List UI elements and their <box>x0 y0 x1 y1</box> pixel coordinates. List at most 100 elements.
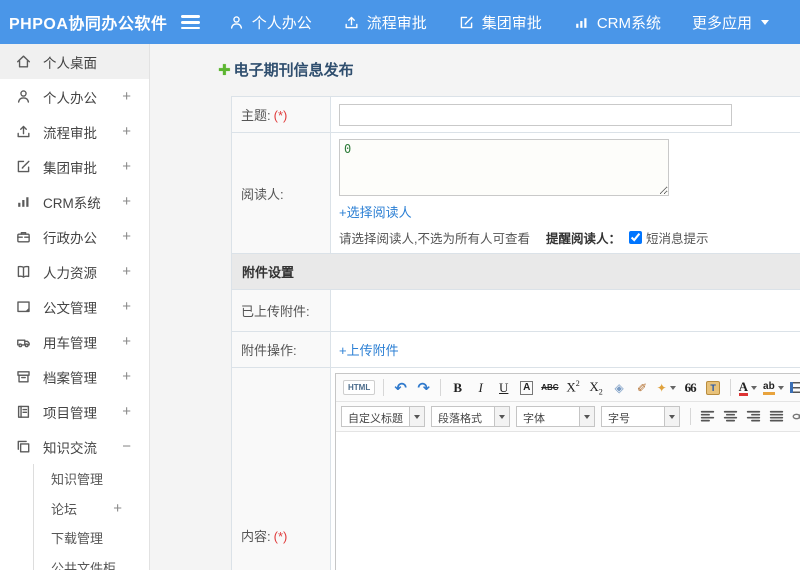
top-nav-流程审批[interactable]: 流程审批 <box>343 12 427 33</box>
toolbar-separator <box>383 379 385 396</box>
toolbar-separator <box>440 379 442 396</box>
select-value: 段落格式 <box>438 413 482 425</box>
sidebar-item-流程审批[interactable]: 流程审批 + <box>0 114 149 149</box>
font-border-button[interactable]: A <box>516 377 537 398</box>
caret-down-icon[interactable] <box>494 407 509 426</box>
top-nav-label: 流程审批 <box>366 14 427 32</box>
editor-select-段落格式[interactable]: 段落格式 <box>431 406 510 427</box>
sidebar-item-档案管理[interactable]: 档案管理 + <box>0 359 149 394</box>
eraser-button[interactable]: ◈ <box>609 377 630 398</box>
top-nav-label: 更多应用 <box>691 14 752 32</box>
attachment-ops-label: 附件操作: <box>231 331 331 368</box>
expander-icon[interactable]: + <box>122 193 131 210</box>
expander-icon[interactable]: + <box>122 158 131 175</box>
link-button[interactable] <box>789 406 800 427</box>
sidebar-item-行政办公[interactable]: 行政办公 + <box>0 219 149 254</box>
caret-down-icon[interactable] <box>409 407 424 426</box>
paste-text-button[interactable]: T <box>703 377 724 398</box>
sidebar-item-个人桌面[interactable]: 个人桌面 <box>0 44 149 79</box>
editor-toolbar-row1: HTML ↶ ↷ B I U A ABC X2 X2 ◈ ✐ ✦ 66 T Aab <box>336 374 800 402</box>
sidebar-item-label: 下载管理 <box>51 531 104 547</box>
menu-toggle-icon[interactable] <box>181 15 201 29</box>
sidebar-subitem-公共文件柜[interactable]: 公共文件柜 <box>34 553 149 570</box>
sidebar-item-项目管理[interactable]: 项目管理 + <box>0 394 149 429</box>
ordered-list-button[interactable] <box>788 377 800 398</box>
italic-button[interactable]: I <box>470 377 491 398</box>
undo-button[interactable]: ↶ <box>390 377 411 398</box>
select-value: 自定义标题 <box>348 413 403 425</box>
sidebar-item-label: 项目管理 <box>43 405 97 421</box>
sms-notify-checkbox[interactable] <box>629 231 642 244</box>
sidebar-item-人力资源[interactable]: 人力资源 + <box>0 254 149 289</box>
redo-button[interactable]: ↷ <box>413 377 434 398</box>
expander-icon[interactable]: + <box>122 263 131 280</box>
uploaded-attachments-label: 已上传附件: <box>231 289 331 332</box>
align-left-button[interactable] <box>697 406 718 427</box>
sidebar-item-label: 知识管理 <box>51 472 104 488</box>
select-readers-link[interactable]: +选择阅读人 <box>339 202 412 221</box>
page-title-row: ✚ 电子期刊信息发布 <box>218 59 800 80</box>
sidebar-item-集团审批[interactable]: 集团审批 + <box>0 149 149 184</box>
app-window: PHPOA协同办公软件 个人办公 流程审批 集团审批 CRM系统 更多应用 个人桌面 个人… <box>0 0 800 570</box>
attachment-section-row: 附件设置 <box>231 253 800 290</box>
sidebar-item-用车管理[interactable]: 用车管理 + <box>0 324 149 359</box>
sidebar-item-label: 集团审批 <box>43 160 97 176</box>
expander-icon[interactable]: + <box>113 500 122 517</box>
editor-select-字体[interactable]: 字体 <box>516 406 595 427</box>
sidebar-subitem-知识管理[interactable]: 知识管理 <box>34 464 149 494</box>
align-center-button[interactable] <box>720 406 741 427</box>
editor-content-area[interactable] <box>336 432 800 570</box>
expander-icon[interactable]: + <box>122 228 131 245</box>
sidebar-item-个人办公[interactable]: 个人办公 + <box>0 79 149 114</box>
sidebar-subitem-下载管理[interactable]: 下载管理 <box>34 523 149 553</box>
copy-icon <box>15 438 32 455</box>
sms-notify-label: 短消息提示 <box>646 232 709 246</box>
bold-button[interactable]: B <box>447 377 468 398</box>
highlight-button[interactable]: ab <box>761 377 786 398</box>
sidebar-item-label: 个人桌面 <box>43 55 97 71</box>
expander-icon[interactable]: + <box>122 123 131 140</box>
underline-button[interactable]: U <box>493 377 514 398</box>
expander-icon[interactable]: + <box>122 333 131 350</box>
editor-select-字号[interactable]: 字号 <box>601 406 680 427</box>
required-mark: (*) <box>273 108 288 123</box>
publish-form: 主题:(*) 阅读人: +选择阅读人 请选择阅读人,不选为所有人可查看 提醒阅读 <box>231 96 800 570</box>
sidebar-item-公文管理[interactable]: 公文管理 + <box>0 289 149 324</box>
notebook-icon <box>15 403 32 420</box>
superscript-button[interactable]: X2 <box>563 377 584 398</box>
caret-down-icon[interactable] <box>664 407 679 426</box>
sidebar-item-label: 行政办公 <box>43 230 97 246</box>
expander-icon[interactable]: + <box>122 298 131 315</box>
expander-icon[interactable]: − <box>122 438 131 455</box>
caret-down-icon[interactable] <box>579 407 594 426</box>
edit-icon <box>458 14 475 31</box>
sidebar-item-label: CRM系统 <box>43 195 101 211</box>
expander-icon[interactable]: + <box>122 368 131 385</box>
align-right-button[interactable] <box>743 406 764 427</box>
top-nav-个人办公[interactable]: 个人办公 <box>228 12 312 33</box>
blockquote-button[interactable]: 66 <box>680 377 701 398</box>
sidebar-item-CRM系统[interactable]: CRM系统 + <box>0 184 149 219</box>
sidebar-subitem-论坛[interactable]: 论坛 + <box>34 494 149 524</box>
top-nav-更多应用[interactable]: 更多应用 <box>692 12 769 33</box>
readers-textarea[interactable] <box>339 139 669 196</box>
font-color-button[interactable]: A <box>737 377 759 398</box>
sidebar-item-知识交流[interactable]: 知识交流 − <box>0 429 149 464</box>
expander-icon[interactable]: + <box>122 403 131 420</box>
subject-input[interactable] <box>339 103 732 126</box>
subject-row: 主题: (*) <box>231 96 800 133</box>
html-button[interactable]: HTML <box>341 377 377 398</box>
expander-icon[interactable]: + <box>122 88 131 105</box>
format-brush-button[interactable]: ✐ <box>632 377 653 398</box>
editor-select-自定义标题[interactable]: 自定义标题 <box>341 406 425 427</box>
top-nav-label: 集团审批 <box>481 14 542 32</box>
top-nav-CRM系统[interactable]: CRM系统 <box>573 12 661 33</box>
upload-attachment-link[interactable]: +上传附件 <box>339 340 399 359</box>
justify-button[interactable] <box>766 406 787 427</box>
top-nav: 个人办公 流程审批 集团审批 CRM系统 更多应用 <box>228 12 800 33</box>
auto-typeset-button[interactable]: ✦ <box>655 377 678 398</box>
top-nav-集团审批[interactable]: 集团审批 <box>458 12 542 33</box>
attachment-section-title: 附件设置 <box>231 253 800 290</box>
strikethrough-button[interactable]: ABC <box>539 377 560 398</box>
subscript-button[interactable]: X2 <box>586 377 607 398</box>
